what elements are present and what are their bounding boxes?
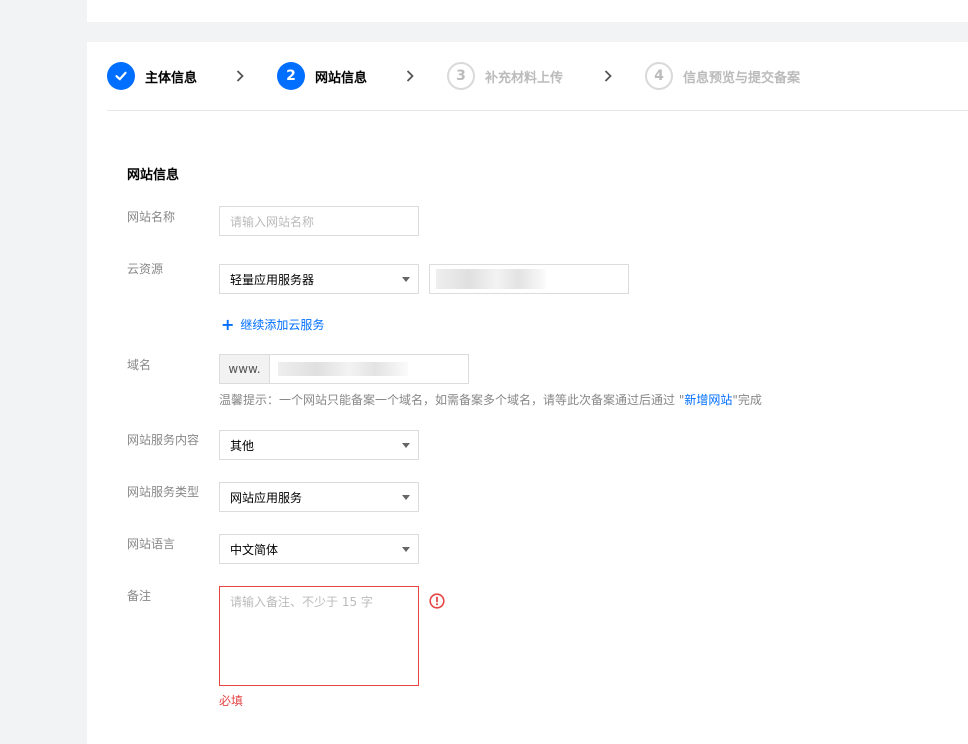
caret-down-icon — [402, 276, 410, 282]
step-indicator: 主体信息 2 网站信息 3 补充材料上传 4 信息预览与提交备案 — [107, 62, 968, 90]
redacted-instance — [436, 269, 546, 289]
caret-down-icon — [402, 546, 410, 552]
step-3-label: 补充材料上传 — [485, 70, 564, 86]
service-content-value: 其他 — [230, 438, 255, 453]
step-1: 主体信息 — [107, 62, 197, 90]
add-website-link[interactable]: 新增网站 — [684, 393, 732, 407]
service-content-select[interactable]: 其他 — [219, 430, 419, 460]
site-name-input[interactable]: 请输入网站名称 — [219, 206, 419, 236]
domain-input-group: www. — [219, 354, 469, 384]
domain-label: 域名 — [127, 358, 152, 372]
site-name-label: 网站名称 — [127, 210, 176, 224]
step-4: 4 信息预览与提交备案 — [645, 62, 800, 90]
www-prefix: www. — [220, 355, 270, 383]
instance-select[interactable] — [429, 264, 629, 294]
caret-down-icon — [402, 494, 410, 500]
caret-down-icon — [402, 442, 410, 448]
required-error: 必填 — [219, 694, 244, 708]
service-type-label: 网站服务类型 — [127, 485, 200, 499]
step-4-label: 信息预览与提交备案 — [683, 70, 801, 86]
plus-icon: + — [221, 314, 235, 334]
language-select[interactable]: 中文简体 — [219, 534, 419, 564]
section-title: 网站信息 — [127, 168, 180, 183]
error-circle-icon — [429, 593, 445, 609]
language-label: 网站语言 — [127, 537, 176, 551]
domain-input[interactable] — [270, 355, 468, 383]
domain-hint-suffix: "完成 — [732, 393, 762, 407]
cloud-resource-label: 云资源 — [127, 262, 164, 276]
chevron-right-icon — [406, 70, 414, 82]
step-4-number: 4 — [645, 62, 673, 90]
step-2-number: 2 — [277, 62, 305, 90]
language-value: 中文简体 — [230, 542, 279, 557]
divider — [107, 110, 968, 111]
cloud-resource-select[interactable]: 轻量应用服务器 — [219, 264, 419, 294]
service-type-select[interactable]: 网站应用服务 — [219, 482, 419, 512]
add-cloud-service-link[interactable]: + 继续添加云服务 — [221, 316, 324, 333]
service-content-label: 网站服务内容 — [127, 433, 200, 447]
website-info-card: 主体信息 2 网站信息 3 补充材料上传 4 信息预览与提交备案 网站信息 网站… — [87, 42, 968, 744]
domain-hint-text: 温馨提示：一个网站只能备案一个域名，如需备案多个域名，请等此次备案通过后通过 " — [219, 393, 685, 407]
cloud-resource-value: 轻量应用服务器 — [230, 272, 315, 287]
chevron-right-icon — [604, 70, 612, 82]
remark-textarea[interactable]: 请输入备注、不少于 15 字 — [219, 586, 419, 686]
step-1-label: 主体信息 — [145, 70, 198, 86]
service-type-value: 网站应用服务 — [230, 490, 303, 505]
redacted-domain — [278, 362, 408, 376]
step-2: 2 网站信息 — [277, 62, 367, 90]
step-3: 3 补充材料上传 — [447, 62, 563, 90]
step-3-number: 3 — [447, 62, 475, 90]
add-cloud-service-label: 继续添加云服务 — [240, 318, 325, 332]
chevron-right-icon — [236, 70, 244, 82]
step-2-label: 网站信息 — [315, 70, 368, 86]
remark-label: 备注 — [127, 589, 152, 603]
check-icon — [107, 62, 135, 90]
domain-hint: 温馨提示：一个网站只能备案一个域名，如需备案多个域名，请等此次备案通过后通过 "… — [219, 391, 762, 408]
previous-card — [87, 0, 968, 22]
